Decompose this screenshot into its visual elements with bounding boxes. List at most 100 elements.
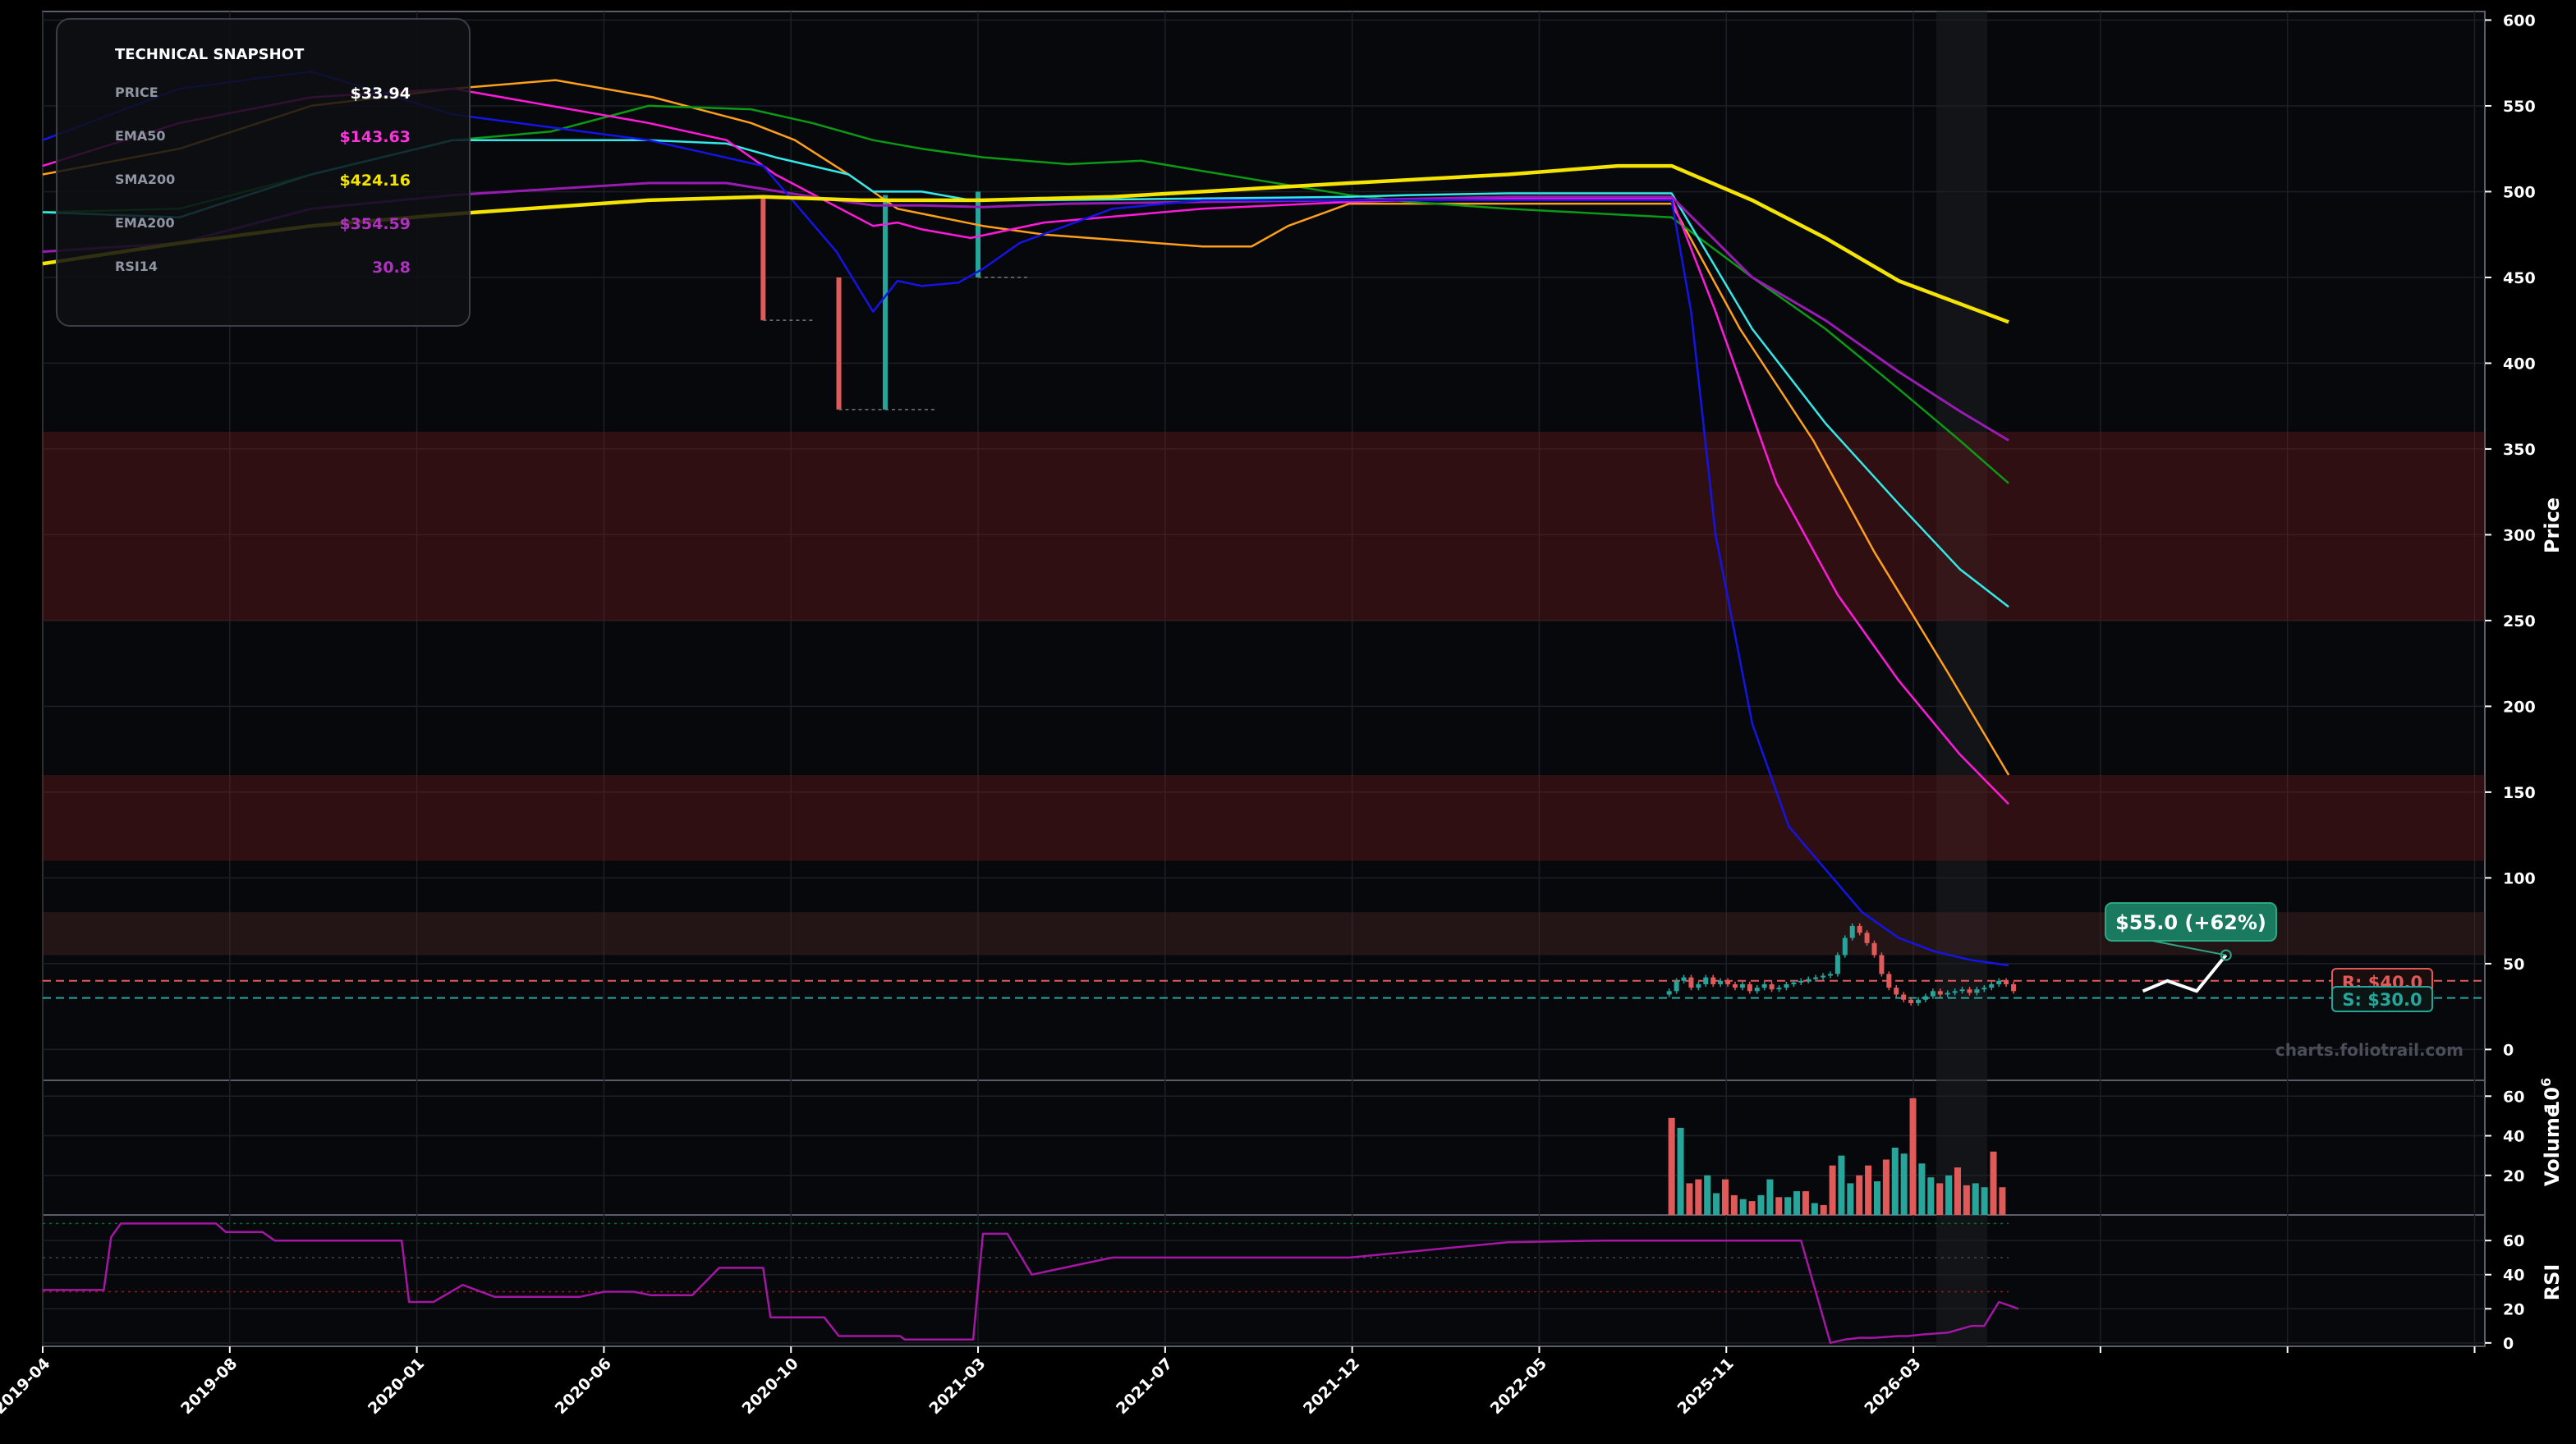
snapshot-rsi14-label: RSI14 xyxy=(115,259,158,274)
x-tick-label: 2021-03 xyxy=(925,1355,989,1418)
volume-bar xyxy=(1784,1197,1792,1215)
candle-body xyxy=(2004,980,2009,984)
candle-body xyxy=(1922,996,1928,1000)
candle-body xyxy=(1761,983,1767,988)
volume-bar xyxy=(1972,1183,1979,1215)
technical-snapshot-panel: TECHNICAL SNAPSHOT PRICE $33.94 EMA50 $1… xyxy=(56,18,471,327)
volume-multiplier-exponent: 6 xyxy=(2538,1078,2554,1087)
x-tick-label: 2025-11 xyxy=(1674,1355,1738,1418)
snapshot-ema50-value: $143.63 xyxy=(339,128,411,146)
volume-bar xyxy=(1927,1177,1935,1215)
rsi-tick-label: 40 xyxy=(2503,1267,2524,1285)
support-label: S: $30.0 xyxy=(2331,986,2433,1012)
snapshot-sma200-value: $424.16 xyxy=(339,172,411,190)
volume-bar xyxy=(1793,1191,1801,1215)
candle-body xyxy=(1945,992,1950,995)
candle-body xyxy=(2011,983,2017,992)
price-spike-1 xyxy=(760,195,766,321)
x-tick-label: 2026-03 xyxy=(1861,1355,1924,1418)
volume-tick-label: 20 xyxy=(2503,1167,2524,1185)
candle-body xyxy=(1769,983,1775,990)
price-tick-label: 550 xyxy=(2503,98,2536,116)
volume-bar xyxy=(1802,1191,1809,1215)
x-tick-label: 2021-07 xyxy=(1113,1355,1176,1418)
volume-multiplier-base: 10 xyxy=(2541,1087,2564,1114)
candle-body xyxy=(1996,980,2002,984)
candle-body xyxy=(1827,974,1833,976)
candle-body xyxy=(1894,988,1899,995)
volume-bar xyxy=(1730,1194,1738,1215)
candle-body xyxy=(1666,991,1672,995)
x-tick-label: 2020-01 xyxy=(365,1355,428,1418)
x-tick-label: 2022-05 xyxy=(1487,1355,1550,1418)
candle-body xyxy=(1784,983,1789,988)
candle-body xyxy=(1725,980,1731,984)
candle-body xyxy=(1747,983,1752,992)
volume-panel-bg xyxy=(42,1080,2486,1216)
price-tick-label: 100 xyxy=(2503,869,2536,887)
price-spike-2 xyxy=(836,277,842,410)
volume-tick-label: 40 xyxy=(2503,1128,2524,1146)
volume-bar xyxy=(1713,1193,1720,1215)
x-tick-label: 2021-12 xyxy=(1300,1355,1363,1418)
candle-body xyxy=(1864,933,1870,943)
price-tick-label: 400 xyxy=(2503,355,2536,373)
support-label-text: S: $30.0 xyxy=(2342,990,2422,1010)
volume-bar xyxy=(1775,1197,1783,1215)
volume-bar xyxy=(1874,1181,1881,1215)
candle-body xyxy=(1813,977,1819,979)
volume-bar xyxy=(1900,1153,1908,1215)
volume-bar xyxy=(1856,1175,1863,1215)
candle-body xyxy=(1901,994,1907,1000)
target-label-text: $55.0 (+62%) xyxy=(2115,911,2266,934)
price-tick-label: 200 xyxy=(2503,698,2536,716)
volume-bar xyxy=(1829,1165,1836,1215)
x-tick-label: 2020-06 xyxy=(552,1355,615,1418)
price-tick-label: 250 xyxy=(2503,612,2536,630)
volume-bar xyxy=(1945,1175,1953,1215)
rsi-tick-label: 20 xyxy=(2503,1300,2524,1318)
volume-bar xyxy=(1811,1203,1818,1215)
volume-axis-multiplier: 106 xyxy=(2538,1078,2564,1115)
candle-body xyxy=(1739,983,1745,988)
price-spike-3 xyxy=(883,195,889,410)
target-label: $55.0 (+62%) xyxy=(2105,902,2277,942)
candle-body xyxy=(1681,977,1687,981)
volume-tick-label: 60 xyxy=(2503,1088,2524,1106)
volume-bar xyxy=(1981,1187,1988,1215)
candle-body xyxy=(1718,980,1724,984)
candle-body xyxy=(1806,979,1811,981)
rsi-panel-bg xyxy=(42,1214,2486,1347)
rsi-axis-title: RSI xyxy=(2541,1264,2564,1301)
volume-bar xyxy=(1954,1167,1961,1215)
candle-body xyxy=(1989,983,1995,988)
snapshot-ema200-label: EMA200 xyxy=(115,215,175,231)
candle-body xyxy=(1798,980,1804,983)
candle-body xyxy=(1967,989,1972,993)
price-tick-label: 600 xyxy=(2503,11,2536,30)
volume-bar xyxy=(1865,1165,1872,1215)
volume-bar xyxy=(1909,1098,1917,1215)
volume-bar xyxy=(1704,1175,1711,1215)
snapshot-sma200-label: SMA200 xyxy=(115,172,175,187)
volume-bar xyxy=(1686,1183,1693,1215)
rsi-tick-label: 0 xyxy=(2503,1335,2514,1353)
candle-body xyxy=(1974,989,1980,993)
candle-body xyxy=(1754,988,1760,992)
candle-body xyxy=(1937,991,1943,995)
volume-bar xyxy=(1963,1185,1970,1215)
price-tick-label: 50 xyxy=(2503,956,2524,974)
candle-body xyxy=(1930,991,1935,997)
price-tick-label: 0 xyxy=(2503,1041,2514,1059)
snapshot-ema50-label: EMA50 xyxy=(115,128,166,144)
candle-body xyxy=(1696,983,1701,988)
snapshot-rsi14-value: 30.8 xyxy=(372,259,411,277)
candle-body xyxy=(1710,977,1716,984)
snapshot-price-value: $33.94 xyxy=(351,85,411,103)
candle-body xyxy=(1842,937,1848,956)
x-tick-label: 2019-08 xyxy=(177,1355,241,1418)
candle-body xyxy=(1703,977,1709,984)
volume-bar xyxy=(1748,1201,1756,1215)
candle-body xyxy=(1981,988,1987,990)
price-zone-1 xyxy=(43,432,2485,621)
